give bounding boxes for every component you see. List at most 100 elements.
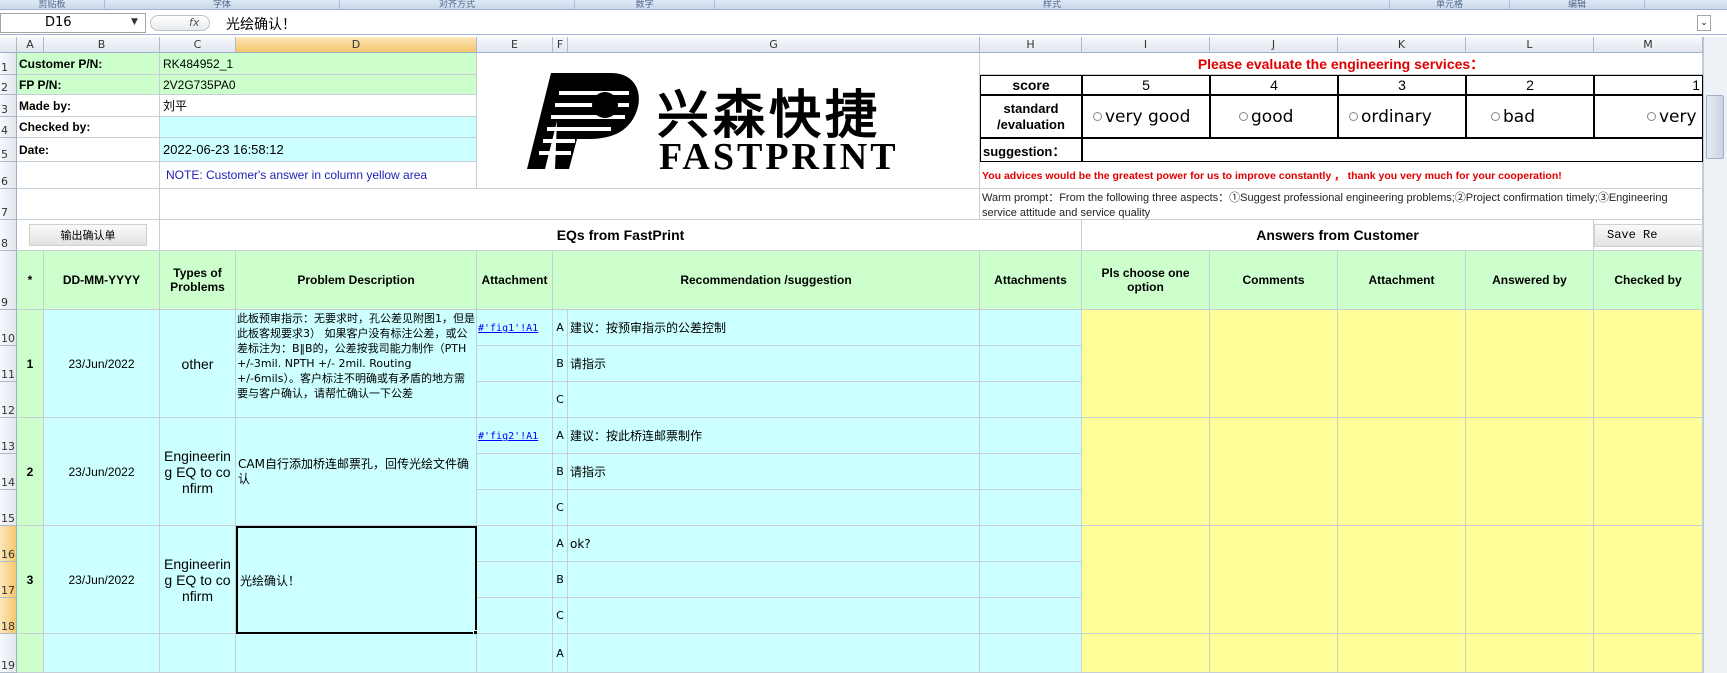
ribbon-group-editing[interactable]: 编辑 — [1510, 0, 1645, 9]
row-header[interactable]: 19 — [0, 634, 17, 673]
attachments-cell[interactable] — [980, 346, 1082, 382]
empty-cell[interactable] — [477, 634, 553, 673]
column-header[interactable]: I — [1082, 37, 1210, 53]
empty-cell[interactable] — [17, 162, 160, 189]
answer-answered-by-cell[interactable] — [1466, 526, 1594, 634]
empty-cell[interactable] — [477, 454, 553, 490]
export-confirmation-button[interactable]: 输出确认单 — [29, 224, 147, 246]
row-header[interactable]: 13 — [0, 418, 17, 454]
answer-attachment-cell[interactable] — [1338, 418, 1466, 526]
eq-date[interactable] — [44, 634, 160, 673]
eq-date[interactable]: 23/Jun/2022 — [44, 418, 160, 526]
radio-icon[interactable] — [1647, 112, 1656, 121]
column-header[interactable]: J — [1210, 37, 1338, 53]
fx-icon[interactable]: fx — [150, 15, 210, 31]
answer-attachment-cell[interactable] — [1338, 526, 1466, 634]
save-reply-button[interactable]: Save Re — [1594, 224, 1702, 247]
column-header[interactable]: F — [553, 37, 568, 53]
radio-icon[interactable] — [1491, 112, 1500, 121]
attachments-cell[interactable] — [980, 598, 1082, 634]
row-header[interactable]: 6 — [0, 162, 17, 189]
column-header[interactable]: A — [17, 37, 44, 53]
scrollbar-thumb[interactable] — [1706, 95, 1724, 159]
ribbon-group-styles[interactable]: 样式 — [715, 0, 1390, 9]
radio-ordinary[interactable]: ordinary — [1338, 95, 1466, 138]
made-by-value[interactable]: 刘平 — [160, 95, 477, 117]
eq-date[interactable]: 23/Jun/2022 — [44, 526, 160, 634]
eq-problem[interactable] — [236, 634, 477, 673]
answer-attachment-cell[interactable] — [1338, 634, 1466, 673]
row-header[interactable]: 11 — [0, 346, 17, 382]
answer-checked-by-cell[interactable] — [1594, 634, 1703, 673]
eq-attachment-link[interactable]: #'fig2'!A1 — [477, 418, 553, 454]
customer-pn-value[interactable]: RK484952_1 — [160, 53, 477, 75]
empty-cell[interactable] — [477, 382, 553, 418]
attachments-cell[interactable] — [980, 418, 1082, 454]
row-header[interactable]: 3 — [0, 95, 17, 117]
answer-comments-cell[interactable] — [1210, 634, 1338, 673]
eq-date[interactable]: 23/Jun/2022 — [44, 310, 160, 418]
row-header[interactable]: 1 — [0, 53, 17, 75]
radio-good[interactable]: good — [1210, 95, 1338, 138]
eq-type[interactable]: other — [160, 310, 236, 418]
ribbon-group-alignment[interactable]: 对齐方式 — [340, 0, 575, 9]
answer-choose-cell[interactable] — [1082, 526, 1210, 634]
radio-very[interactable]: very — [1594, 95, 1703, 138]
eq-type[interactable] — [160, 634, 236, 673]
row-header[interactable]: 4 — [0, 117, 17, 138]
radio-icon[interactable] — [1349, 112, 1358, 121]
fp-pn-value[interactable]: 2V2G735PA0 — [160, 75, 477, 95]
column-header[interactable]: G — [568, 37, 980, 53]
attachments-cell[interactable] — [980, 634, 1082, 673]
empty-cell[interactable] — [477, 526, 553, 562]
attachment-link[interactable]: #'fig2'!A1 — [478, 431, 538, 442]
recommendation-text[interactable] — [568, 598, 980, 634]
date-value[interactable]: 2022-06-23 16:58:12 — [160, 138, 477, 162]
answer-comments-cell[interactable] — [1210, 526, 1338, 634]
row-header[interactable]: 8 — [0, 220, 17, 251]
radio-very-good[interactable]: very good — [1082, 95, 1210, 138]
row-header[interactable]: 9 — [0, 251, 17, 310]
row-header[interactable]: 15 — [0, 490, 17, 526]
empty-cell[interactable] — [160, 189, 980, 220]
answer-choose-cell[interactable] — [1082, 418, 1210, 526]
ribbon-group-font[interactable]: 字体 — [105, 0, 340, 9]
suggestion-input[interactable] — [1082, 138, 1703, 162]
column-header[interactable]: L — [1466, 37, 1594, 53]
recommendation-text[interactable] — [568, 382, 980, 418]
answer-choose-cell[interactable] — [1082, 310, 1210, 418]
attachment-link[interactable]: #'fig1'!A1 — [478, 323, 538, 334]
row-header[interactable]: 17 — [0, 562, 17, 598]
column-header[interactable]: C — [160, 37, 236, 53]
radio-icon[interactable] — [1239, 112, 1248, 121]
chevron-down-icon[interactable]: ▼ — [131, 17, 138, 27]
eq-problem[interactable]: CAM自行添加桥连邮票孔，回传光绘文件确认 — [236, 418, 477, 526]
answer-comments-cell[interactable] — [1210, 418, 1338, 526]
recommendation-text[interactable]: 请指示 — [568, 346, 980, 382]
ribbon-group-number[interactable]: 数字 — [575, 0, 715, 9]
row-header[interactable]: 7 — [0, 189, 17, 220]
attachments-cell[interactable] — [980, 490, 1082, 526]
recommendation-text[interactable]: 建议：按预审指示的公差控制 — [568, 310, 980, 346]
answer-choose-cell[interactable] — [1082, 634, 1210, 673]
recommendation-text[interactable]: ok? — [568, 526, 980, 562]
eq-type[interactable]: Engineering EQ to confirm — [160, 418, 236, 526]
ribbon-group-clipboard[interactable]: 剪贴板 — [0, 0, 105, 9]
empty-cell[interactable] — [477, 562, 553, 598]
radio-bad[interactable]: bad — [1466, 95, 1594, 138]
attachments-cell[interactable] — [980, 562, 1082, 598]
empty-cell[interactable] — [477, 346, 553, 382]
formula-input[interactable]: 光绘确认！ — [226, 14, 296, 34]
recommendation-text[interactable]: 建议：按此桥连邮票制作 — [568, 418, 980, 454]
radio-icon[interactable] — [1093, 112, 1102, 121]
column-header[interactable]: D — [236, 37, 477, 53]
answer-comments-cell[interactable] — [1210, 310, 1338, 418]
attachments-cell[interactable] — [980, 454, 1082, 490]
answer-checked-by-cell[interactable] — [1594, 526, 1703, 634]
column-header[interactable]: H — [980, 37, 1082, 53]
select-all-corner[interactable] — [0, 37, 17, 53]
empty-cell[interactable] — [477, 490, 553, 526]
row-header[interactable]: 16 — [0, 526, 17, 562]
row-header[interactable]: 10 — [0, 310, 17, 346]
recommendation-text[interactable] — [568, 634, 980, 673]
